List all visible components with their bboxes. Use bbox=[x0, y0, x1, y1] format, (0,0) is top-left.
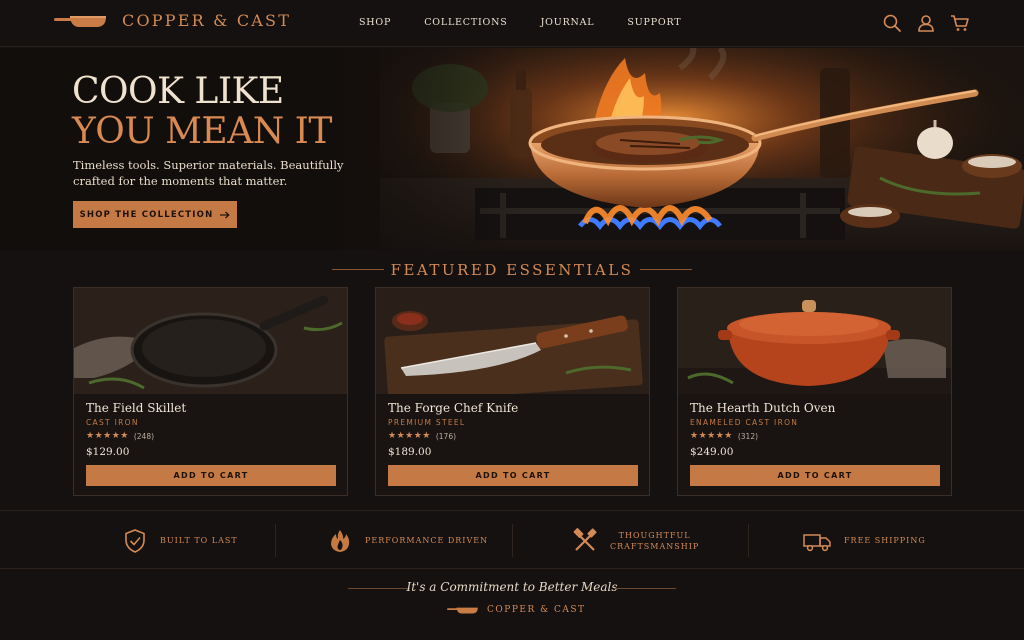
nav-item-journal[interactable]: JOURNAL bbox=[541, 17, 595, 28]
skillet-logo-icon bbox=[54, 15, 106, 27]
shop-collection-button[interactable]: SHOP THE COLLECTION bbox=[73, 201, 237, 228]
hero-headline-line2: YOU MEAN IT bbox=[72, 111, 332, 152]
product-rating: ★★★★★ (176) bbox=[388, 431, 456, 441]
product-card-dutch-oven[interactable]: The Hearth Dutch Oven ENAMELED CAST IRON… bbox=[677, 287, 952, 496]
nav-item-support[interactable]: SUPPORT bbox=[627, 17, 681, 28]
feature-label-line1: THOUGHTFUL bbox=[618, 530, 691, 540]
review-count: (312) bbox=[737, 431, 759, 441]
feature-label: PERFORMANCE DRIVEN bbox=[365, 536, 489, 545]
feature-label: FREE SHIPPING bbox=[844, 536, 926, 545]
review-count: (248) bbox=[133, 431, 155, 441]
product-material: ENAMELED CAST IRON bbox=[690, 418, 799, 427]
rating-stars: ★★★★★ bbox=[690, 431, 733, 441]
product-name[interactable]: The Hearth Dutch Oven bbox=[690, 401, 835, 415]
product-price: $129.00 bbox=[86, 446, 130, 458]
dutch-oven-product-image bbox=[678, 288, 951, 394]
featured-title: FEATURED ESSENTIALS bbox=[390, 261, 634, 279]
skillet-product-image bbox=[74, 288, 347, 394]
feature-divider bbox=[512, 524, 513, 557]
feature-divider bbox=[275, 524, 276, 557]
feature-free-shipping: FREE SHIPPING bbox=[802, 511, 926, 570]
featured-heading: FEATURED ESSENTIALS bbox=[0, 261, 1024, 279]
knife-product-image bbox=[376, 288, 649, 394]
product-price: $189.00 bbox=[388, 446, 432, 458]
nav-item-collections[interactable]: COLLECTIONS bbox=[424, 17, 507, 28]
crossed-tools-icon bbox=[573, 527, 597, 551]
feature-craftsmanship: THOUGHTFUL CRAFTSMANSHIP bbox=[572, 511, 699, 570]
feature-label-line2: CRAFTSMANSHIP bbox=[610, 541, 700, 551]
add-to-cart-button[interactable]: ADD TO CART bbox=[690, 465, 940, 486]
product-card-skillet[interactable]: The Field Skillet CAST IRON ★★★★★ (248) … bbox=[73, 287, 348, 496]
add-to-cart-button[interactable]: ADD TO CART bbox=[86, 465, 336, 486]
product-card-knife[interactable]: The Forge Chef Knife PREMIUM STEEL ★★★★★… bbox=[375, 287, 650, 496]
tagline-rule-right bbox=[614, 588, 676, 589]
rating-stars: ★★★★★ bbox=[86, 431, 129, 441]
cart-icon[interactable] bbox=[950, 13, 970, 33]
product-rating: ★★★★★ (312) bbox=[690, 431, 758, 441]
flame-icon bbox=[331, 529, 350, 552]
feature-built-to-last: BUILT TO LAST bbox=[122, 511, 238, 570]
footer-brand-name: COPPER & CAST bbox=[487, 605, 586, 615]
rating-stars: ★★★★★ bbox=[388, 431, 431, 441]
product-name[interactable]: The Forge Chef Knife bbox=[388, 401, 518, 415]
product-rating: ★★★★★ (248) bbox=[86, 431, 154, 441]
brand-logo[interactable]: COPPER & CAST bbox=[54, 11, 291, 30]
feature-divider bbox=[748, 524, 749, 557]
feature-performance: PERFORMANCE DRIVEN bbox=[327, 511, 488, 570]
hero-banner: COOK LIKE YOU MEAN IT Timeless tools. Su… bbox=[0, 48, 1024, 250]
account-icon[interactable] bbox=[916, 13, 936, 33]
arrow-right-icon bbox=[220, 211, 231, 218]
hero-subtitle: Timeless tools. Superior materials. Beau… bbox=[73, 158, 344, 188]
product-material: PREMIUM STEEL bbox=[388, 418, 466, 427]
review-count: (176) bbox=[435, 431, 457, 441]
footer-tagline: It's a Commitment to Better Meals bbox=[406, 580, 618, 594]
feature-label: BUILT TO LAST bbox=[160, 536, 238, 545]
brand-name: COPPER & CAST bbox=[122, 11, 292, 30]
skillet-logo-icon bbox=[447, 607, 478, 614]
hero-headline-line1: COOK LIKE bbox=[72, 71, 284, 112]
shield-check-icon bbox=[125, 528, 145, 553]
main-nav: SHOP COLLECTIONS JOURNAL SUPPORT bbox=[359, 17, 714, 28]
truck-icon bbox=[803, 533, 831, 551]
search-icon[interactable] bbox=[882, 13, 902, 33]
nav-item-shop[interactable]: SHOP bbox=[359, 17, 391, 28]
heading-rule-right bbox=[640, 269, 692, 270]
header-actions bbox=[882, 13, 970, 33]
value-props-strip: BUILT TO LAST PERFORMANCE DRIVEN THOUGHT… bbox=[0, 510, 1024, 569]
product-material: CAST IRON bbox=[86, 418, 139, 427]
product-name[interactable]: The Field Skillet bbox=[86, 401, 186, 415]
shop-collection-label: SHOP THE COLLECTION bbox=[79, 209, 214, 220]
footer-tagline-row: It's a Commitment to Better Meals bbox=[0, 580, 1024, 596]
hero-headline: COOK LIKE YOU MEAN IT bbox=[72, 72, 332, 152]
product-price: $249.00 bbox=[690, 446, 734, 458]
add-to-cart-button[interactable]: ADD TO CART bbox=[388, 465, 638, 486]
footer-brand-logo[interactable]: COPPER & CAST bbox=[447, 605, 586, 615]
site-header: COPPER & CAST SHOP COLLECTIONS JOURNAL S… bbox=[0, 0, 1024, 47]
feature-label: THOUGHTFUL CRAFTSMANSHIP bbox=[610, 530, 699, 552]
